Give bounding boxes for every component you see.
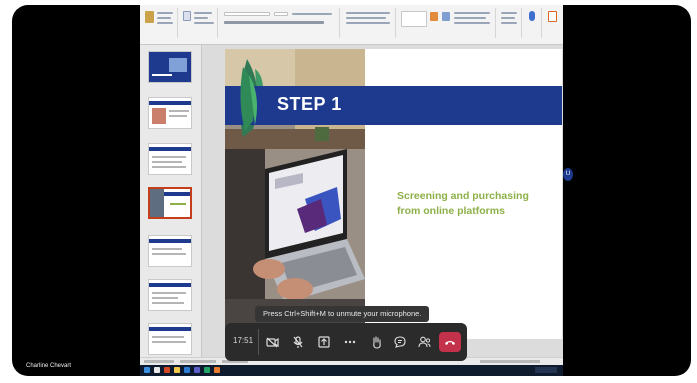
shapes-gallery-icon <box>401 11 427 27</box>
ribbon-group-clipboard[interactable] <box>142 8 178 38</box>
powerpoint-taskbar-icon[interactable] <box>164 367 170 373</box>
ribbon-group-drawing[interactable] <box>398 8 496 38</box>
ribbon-group-font[interactable] <box>220 8 340 38</box>
slide-thumbnail[interactable] <box>148 235 192 267</box>
paste-icon <box>145 11 154 23</box>
arrange-icon <box>430 12 438 21</box>
slide-thumbnails-pane[interactable] <box>140 45 202 367</box>
app-icon[interactable] <box>214 367 220 373</box>
teams-icon[interactable] <box>194 367 200 373</box>
hang-up-button[interactable] <box>439 332 461 352</box>
more-options-button[interactable] <box>341 333 359 351</box>
ribbon-group-voice[interactable] <box>524 8 542 38</box>
powerpoint-ribbon <box>140 5 563 45</box>
share-icon <box>318 336 330 348</box>
start-icon[interactable] <box>144 367 150 373</box>
ribbon-group-designer[interactable] <box>544 8 562 38</box>
slide-thumbnail[interactable] <box>148 323 192 355</box>
mic-off-button[interactable] <box>289 333 307 351</box>
raise-hand-button[interactable] <box>367 333 385 351</box>
slide-subtitle: Screening and purchasing from online pla… <box>397 190 529 217</box>
slide-title: STEP 1 <box>277 94 342 114</box>
slide-canvas[interactable]: STEP 1 Screening and purchasing from onl… <box>225 49 562 339</box>
system-clock <box>535 367 557 373</box>
participants-icon <box>417 336 430 348</box>
ribbon-group-editing[interactable] <box>498 8 522 38</box>
camera-off-icon <box>265 337 279 347</box>
slide-thumbnail[interactable] <box>148 143 192 175</box>
quick-styles-icon <box>442 12 450 21</box>
slide-thumbnail[interactable] <box>148 279 192 311</box>
share-button[interactable] <box>315 333 333 351</box>
new-slide-icon <box>183 11 191 21</box>
slide-thumbnail-selected[interactable] <box>148 187 192 219</box>
dictate-icon <box>529 11 535 21</box>
hang-up-icon <box>445 340 455 345</box>
mic-off-icon <box>293 335 303 348</box>
chat-icon <box>394 336 406 348</box>
slide-title-banner <box>225 86 562 125</box>
ribbon-group-paragraph[interactable] <box>342 8 396 38</box>
meeting-timer: 17:51 <box>233 336 254 345</box>
mic-unmute-tooltip: Press Ctrl+Shift+M to unmute your microp… <box>255 306 430 322</box>
file-explorer-icon[interactable] <box>174 367 180 373</box>
meeting-controls-bar: 17:51 <box>225 323 467 361</box>
chat-button[interactable] <box>391 333 409 351</box>
ribbon-group-slides[interactable] <box>180 8 218 38</box>
presenter-side-tab-icon[interactable]: U <box>563 168 573 181</box>
slide-thumbnail[interactable] <box>148 51 192 83</box>
camera-off-button[interactable] <box>263 333 281 351</box>
participant-name-label: Charline Chevart <box>26 363 72 369</box>
leaf-logo-icon <box>240 67 257 131</box>
excel-icon[interactable] <box>204 367 210 373</box>
shared-screen-video: STEP 1 Screening and purchasing from onl… <box>12 5 691 376</box>
edge-icon[interactable] <box>184 367 190 373</box>
search-icon[interactable] <box>154 367 160 373</box>
windows-taskbar <box>140 365 563 376</box>
page: STEP 1 Screening and purchasing from onl… <box>0 0 697 383</box>
slide-thumbnail[interactable] <box>148 97 192 129</box>
raise-hand-icon <box>372 335 381 349</box>
more-icon <box>344 340 356 344</box>
designer-icon <box>548 11 557 22</box>
participants-button[interactable] <box>415 333 433 351</box>
divider <box>258 329 259 355</box>
